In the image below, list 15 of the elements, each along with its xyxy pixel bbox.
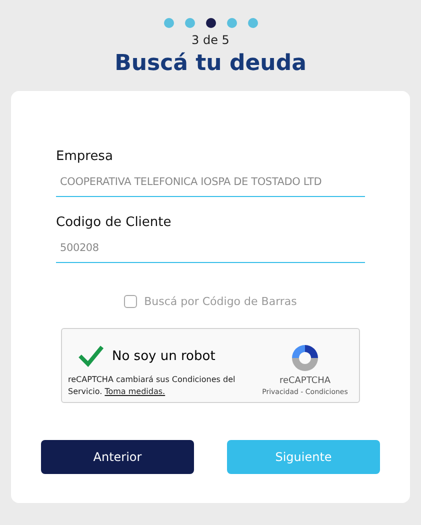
field-label: Codigo de Cliente — [56, 215, 172, 230]
captcha-brand: reCAPTCHA — [279, 376, 331, 386]
page-title: Buscá tu deuda — [114, 51, 306, 76]
captcha-label: No soy un robot — [112, 348, 216, 364]
notice-link[interactable]: Toma medidas. — [104, 387, 166, 396]
next-button[interactable]: Siguiente — [227, 440, 380, 474]
field-label: Empresa — [56, 149, 114, 164]
captcha-notice: reCAPTCHA cambiará sus Condiciones del Servicio. Toma medidas. — [68, 374, 236, 398]
checkbox[interactable] — [124, 295, 138, 308]
step-counter: 3 de 5 — [192, 33, 230, 47]
checkmark-icon[interactable] — [78, 344, 104, 368]
back-button[interactable]: Anterior — [41, 440, 194, 474]
input-field[interactable]: 500208 — [56, 238, 365, 263]
input-field[interactable]: COOPERATIVA TELEFONICA IOSPA DE TOSTADO LTD — [56, 172, 365, 197]
checkbox-label[interactable]: Buscá por Código de Barras — [144, 295, 297, 308]
